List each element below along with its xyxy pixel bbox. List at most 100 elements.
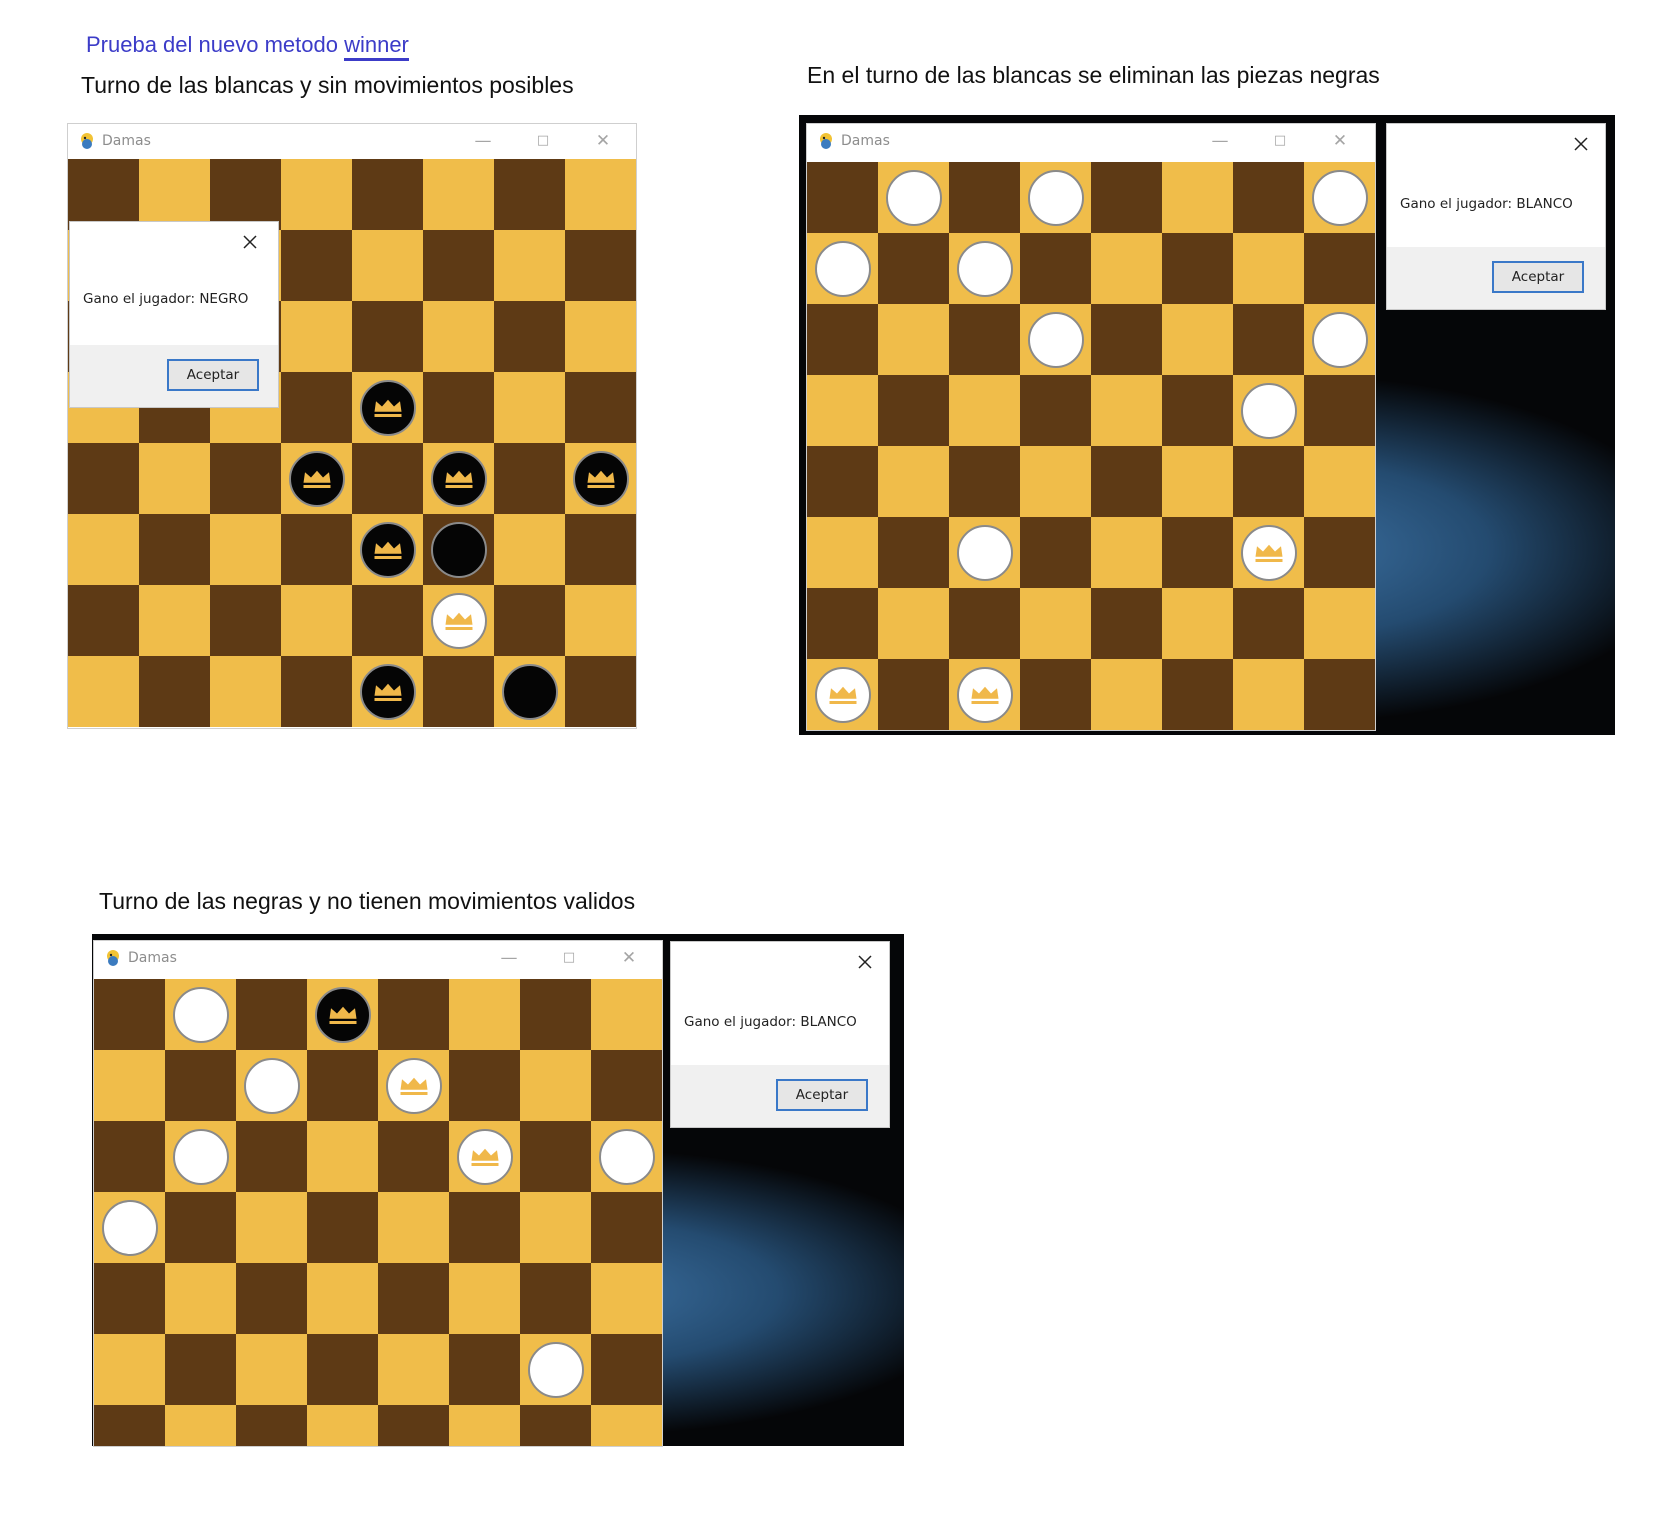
board-square[interactable]: [236, 1405, 307, 1446]
board-square[interactable]: [352, 301, 423, 372]
board-square[interactable]: [1162, 375, 1233, 446]
board-square[interactable]: [449, 979, 520, 1050]
accept-button[interactable]: Aceptar: [776, 1079, 868, 1111]
close-icon[interactable]: [238, 230, 262, 254]
board-square[interactable]: [1162, 233, 1233, 304]
board-square[interactable]: [565, 514, 636, 585]
board-square[interactable]: [94, 979, 165, 1050]
board-square[interactable]: [520, 1050, 591, 1121]
board-square[interactable]: [210, 585, 281, 656]
board-square[interactable]: [591, 1050, 662, 1121]
board-square[interactable]: [352, 159, 423, 230]
board-square[interactable]: [878, 446, 949, 517]
board-square[interactable]: [1233, 588, 1304, 659]
board-square[interactable]: [565, 372, 636, 443]
board-square[interactable]: [139, 159, 210, 230]
board-square[interactable]: [1162, 304, 1233, 375]
board-square[interactable]: [281, 656, 352, 727]
board-square[interactable]: [520, 1121, 591, 1192]
board-square[interactable]: [1020, 659, 1091, 730]
board-square[interactable]: [236, 1192, 307, 1263]
board-square[interactable]: [807, 304, 878, 375]
black-king-piece[interactable]: [430, 450, 487, 507]
white-piece[interactable]: [885, 169, 942, 226]
black-king-piece[interactable]: [572, 450, 629, 507]
board-square[interactable]: [449, 1263, 520, 1334]
board-square[interactable]: [1304, 233, 1375, 304]
close-icon[interactable]: ✕: [1327, 129, 1353, 153]
board-square[interactable]: [307, 1334, 378, 1405]
maximize-icon[interactable]: □: [530, 129, 556, 153]
board-square[interactable]: [236, 1334, 307, 1405]
board-square[interactable]: [139, 443, 210, 514]
board-square[interactable]: [494, 159, 565, 230]
board-square[interactable]: [378, 979, 449, 1050]
maximize-icon[interactable]: □: [1267, 129, 1293, 153]
board-square[interactable]: [1020, 375, 1091, 446]
board-square[interactable]: [494, 514, 565, 585]
white-piece[interactable]: [172, 1128, 229, 1185]
board-square[interactable]: [1020, 446, 1091, 517]
board-square[interactable]: [1304, 517, 1375, 588]
black-piece[interactable]: [430, 521, 487, 578]
board-square[interactable]: [878, 659, 949, 730]
board-square[interactable]: [139, 585, 210, 656]
board-square[interactable]: [878, 304, 949, 375]
board-square[interactable]: [449, 1050, 520, 1121]
accept-button[interactable]: Aceptar: [167, 359, 259, 391]
board-square[interactable]: [1091, 233, 1162, 304]
board-square[interactable]: [1304, 659, 1375, 730]
board-square[interactable]: [1091, 588, 1162, 659]
white-king-piece[interactable]: [456, 1128, 513, 1185]
board-square[interactable]: [307, 1405, 378, 1446]
board-square[interactable]: [1162, 162, 1233, 233]
white-piece[interactable]: [243, 1057, 300, 1114]
board-square[interactable]: [68, 159, 139, 230]
board-square[interactable]: [236, 979, 307, 1050]
board-square[interactable]: [423, 372, 494, 443]
black-king-piece[interactable]: [359, 663, 416, 720]
board-square[interactable]: [1233, 233, 1304, 304]
board-square[interactable]: [1233, 304, 1304, 375]
board-square[interactable]: [878, 517, 949, 588]
board-square[interactable]: [165, 1263, 236, 1334]
board-square[interactable]: [378, 1263, 449, 1334]
board-square[interactable]: [210, 656, 281, 727]
board-square[interactable]: [210, 514, 281, 585]
white-piece[interactable]: [1027, 311, 1084, 368]
board-square[interactable]: [307, 1263, 378, 1334]
board-square[interactable]: [1091, 517, 1162, 588]
board-square[interactable]: [449, 1192, 520, 1263]
board-square[interactable]: [210, 159, 281, 230]
board-square[interactable]: [165, 1405, 236, 1446]
board-square[interactable]: [878, 375, 949, 446]
board-square[interactable]: [807, 517, 878, 588]
board-square[interactable]: [494, 301, 565, 372]
board-square[interactable]: [236, 1263, 307, 1334]
board-square[interactable]: [949, 304, 1020, 375]
white-piece[interactable]: [101, 1199, 158, 1256]
board-square[interactable]: [591, 1192, 662, 1263]
board-square[interactable]: [165, 1334, 236, 1405]
board-square[interactable]: [1162, 588, 1233, 659]
board-square[interactable]: [281, 301, 352, 372]
board-square[interactable]: [68, 585, 139, 656]
minimize-icon[interactable]: —: [496, 946, 522, 970]
board-square[interactable]: [565, 159, 636, 230]
board-square[interactable]: [68, 656, 139, 727]
board-square[interactable]: [307, 1050, 378, 1121]
board-square[interactable]: [807, 588, 878, 659]
white-piece[interactable]: [1240, 382, 1297, 439]
board-square[interactable]: [1091, 162, 1162, 233]
checkers-board[interactable]: [94, 979, 662, 1446]
board-square[interactable]: [1233, 446, 1304, 517]
winner-link[interactable]: winner: [344, 32, 409, 61]
black-piece[interactable]: [501, 663, 558, 720]
board-square[interactable]: [1020, 233, 1091, 304]
board-square[interactable]: [378, 1334, 449, 1405]
board-square[interactable]: [423, 159, 494, 230]
board-square[interactable]: [949, 375, 1020, 446]
board-square[interactable]: [449, 1334, 520, 1405]
white-piece[interactable]: [1027, 169, 1084, 226]
board-square[interactable]: [378, 1405, 449, 1446]
